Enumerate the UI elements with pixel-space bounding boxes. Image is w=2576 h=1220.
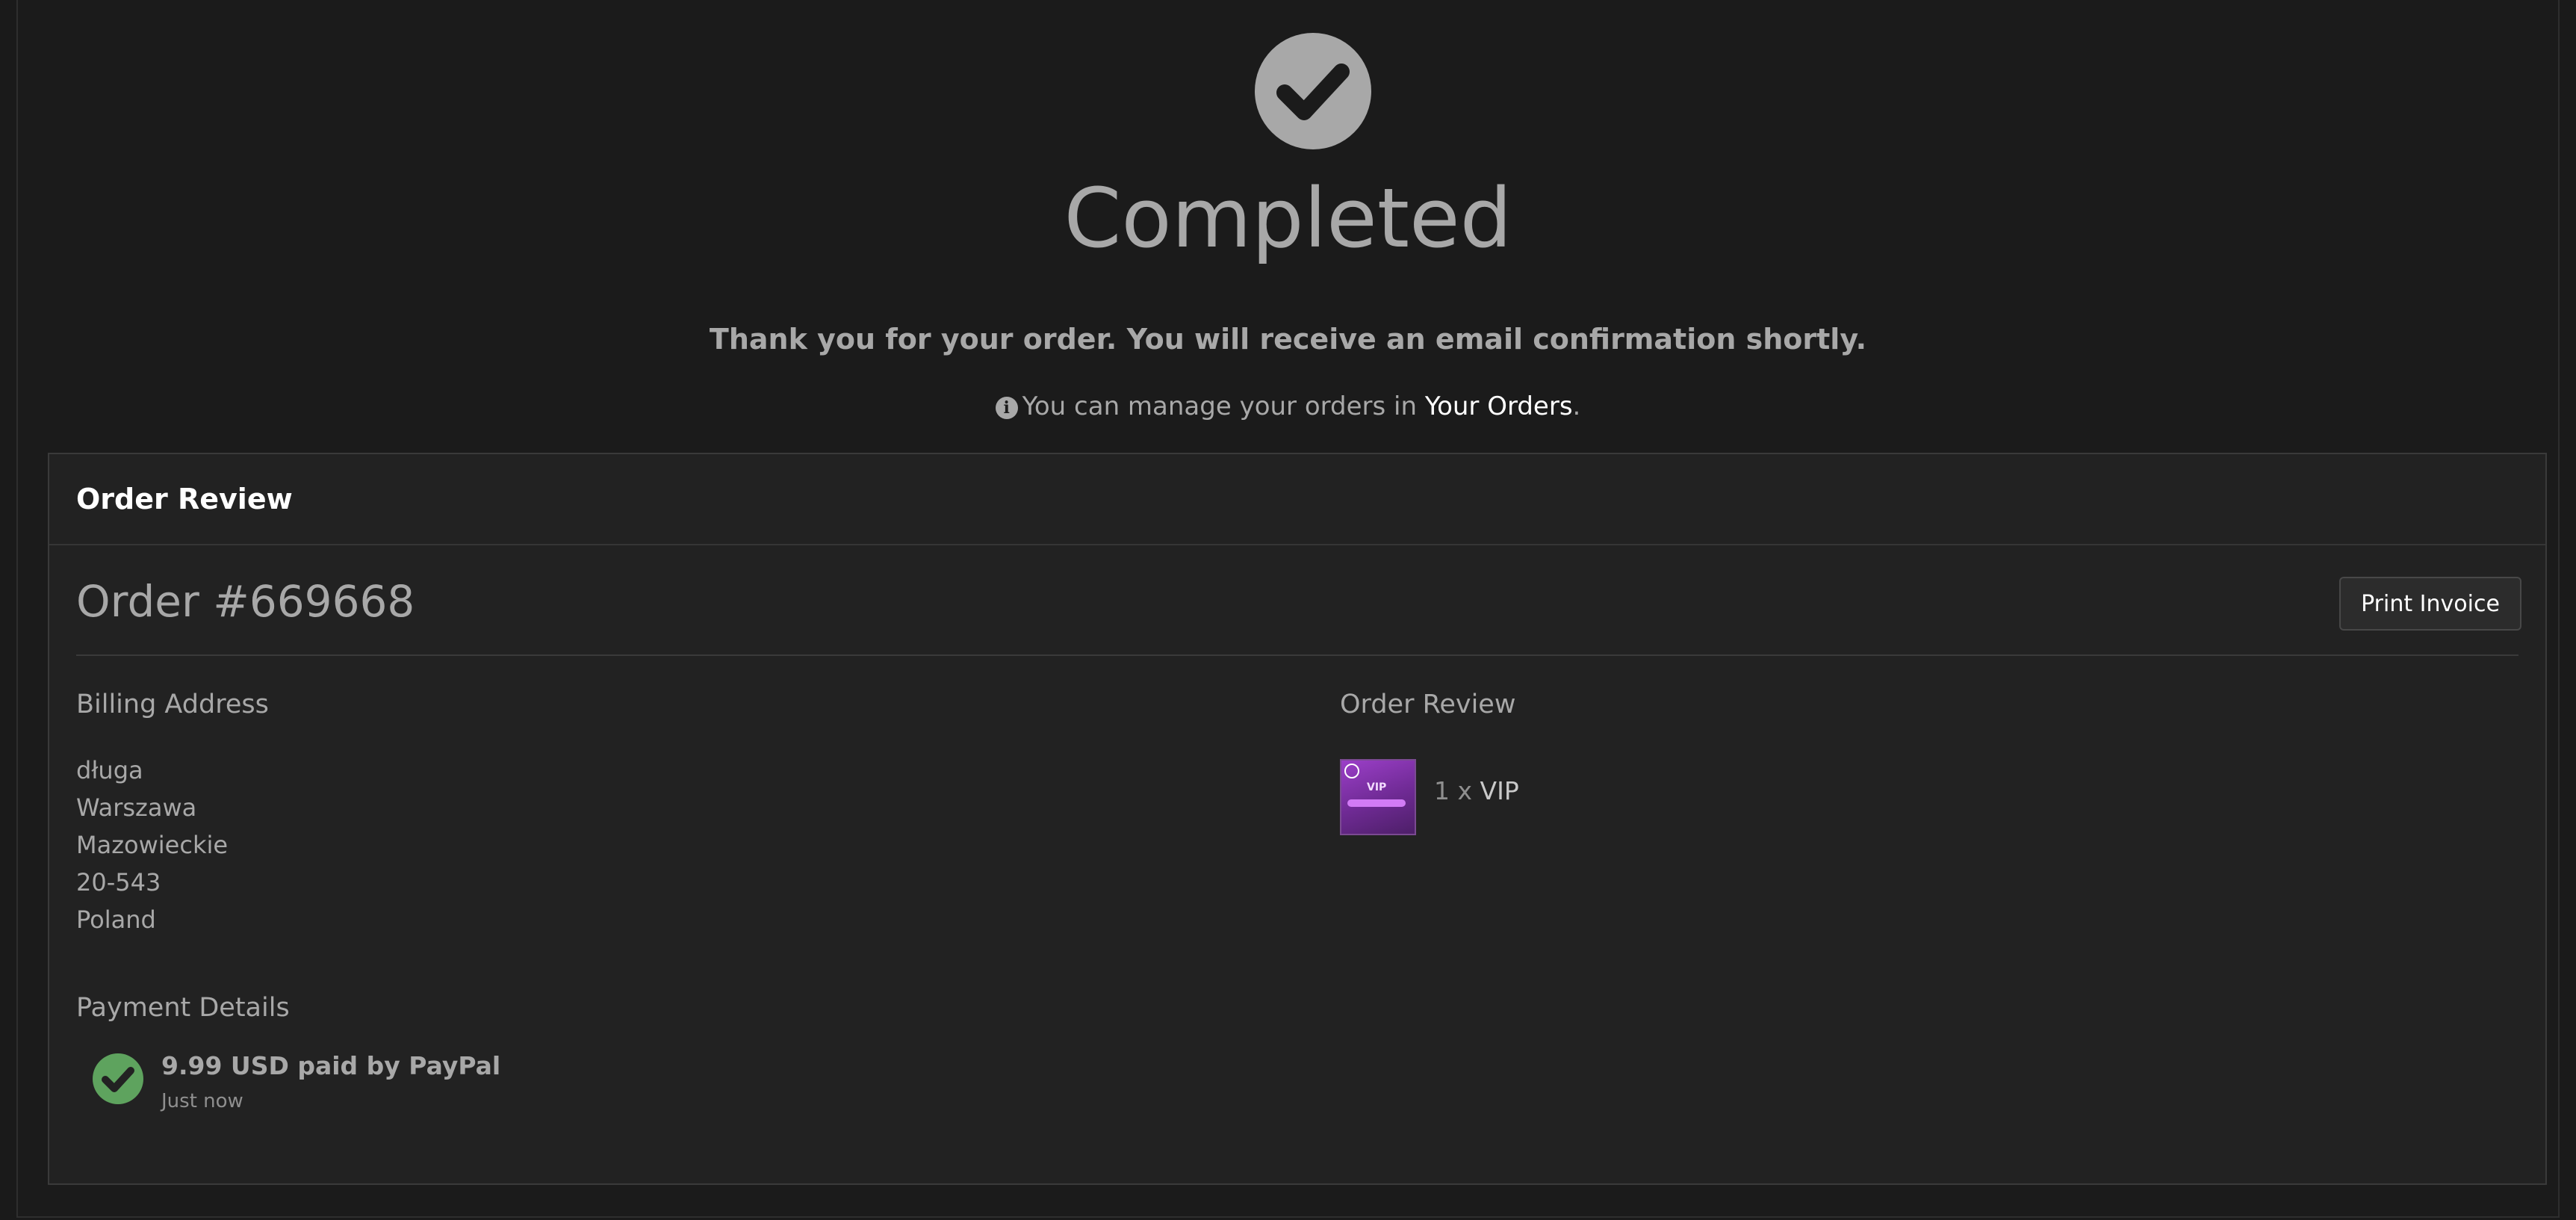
manage-orders-suffix: . — [1572, 391, 1581, 421]
billing-address: długa Warszawa Mazowieckie 20-543 Poland — [76, 752, 1271, 938]
address-line: 20-543 — [76, 868, 161, 897]
page-frame: Completed Thank you for your order. You … — [16, 0, 2560, 1218]
thumbnail-label: VIP — [1367, 781, 1387, 793]
vip-product-thumbnail: VIP — [1340, 759, 1416, 835]
completed-title: Completed — [1064, 170, 1512, 266]
info-icon: i — [995, 397, 1018, 419]
check-circle-icon — [1255, 33, 1371, 149]
billing-column: Billing Address długa Warszawa Mazowieck… — [76, 686, 1271, 1124]
thank-you-message: Thank you for your order. You will recei… — [709, 323, 1867, 356]
payment-success-icon — [93, 1053, 143, 1104]
address-line: Poland — [76, 905, 156, 934]
order-review-label: Order Review — [1340, 690, 1516, 719]
order-item: VIP 1 x VIP — [1340, 759, 2460, 841]
panel-heading: Order Review — [76, 483, 293, 515]
payment-amount: 9.99 USD paid by PayPal — [161, 1051, 501, 1080]
address-line: Mazowieckie — [76, 831, 229, 859]
item-description: 1 x VIP — [1434, 774, 1519, 808]
your-orders-link[interactable]: Your Orders — [1425, 391, 1573, 421]
order-review-panel: Order Review Order #669668 Print Invoice… — [48, 453, 2547, 1185]
manage-orders-note: i You can manage your orders in Your Orde… — [18, 388, 2558, 424]
billing-address-label: Billing Address — [76, 690, 269, 719]
order-number: Order #669668 — [76, 576, 415, 627]
print-invoice-button[interactable]: Print Invoice — [2339, 577, 2521, 631]
order-header-row: Order #669668 Print Invoice — [76, 547, 2521, 656]
thumbnail-band — [1347, 799, 1406, 807]
payment-time: Just now — [161, 1090, 243, 1112]
item-quantity: 1 x — [1434, 776, 1480, 805]
manage-orders-prefix: You can manage your orders in — [1022, 391, 1425, 421]
address-line: długa — [76, 756, 143, 784]
payment-entry: 9.99 USD paid by PayPal Just now — [76, 1049, 1271, 1124]
item-name: VIP — [1480, 776, 1519, 805]
payment-details-label: Payment Details — [76, 993, 290, 1023]
order-items-column: Order Review VIP 1 x VIP — [1340, 686, 2460, 841]
panel-header: Order Review — [49, 454, 2545, 545]
address-line: Warszawa — [76, 793, 197, 822]
badge-check-icon — [1344, 764, 1359, 778]
